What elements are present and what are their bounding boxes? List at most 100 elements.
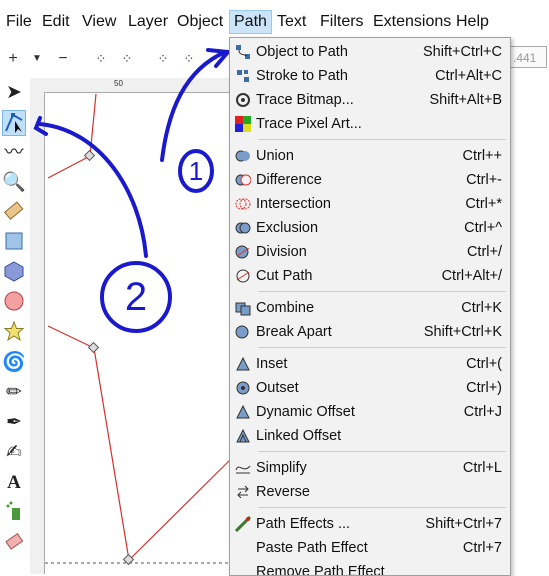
selector-tool-icon[interactable]: ➤: [2, 80, 26, 106]
menu-item-shortcut: Ctrl+K: [461, 300, 502, 316]
menu-item-shortcut: Ctrl+): [466, 380, 502, 396]
menu-item-dynamic-offset[interactable]: Dynamic Offset Ctrl+J: [230, 400, 510, 424]
menu-item-outset[interactable]: Outset Ctrl+): [230, 376, 510, 400]
coordinate-field[interactable]: .441: [509, 46, 547, 68]
join-segment-icon[interactable]: ⁘: [152, 48, 174, 70]
menu-item-shortcut: Ctrl+/: [466, 244, 502, 260]
toolbox: ➤ 〰 🔍 🌀 ✏ ✒ ✍ A: [0, 78, 30, 574]
menu-object[interactable]: Object: [177, 13, 223, 31]
horizontal-ruler: 50: [30, 78, 230, 93]
menu-item-label: Difference: [256, 172, 322, 188]
reverse-icon: [235, 484, 251, 500]
menu-view[interactable]: View: [82, 13, 116, 31]
menu-item-reverse[interactable]: Reverse: [230, 480, 510, 504]
drawing-canvas[interactable]: [45, 93, 230, 574]
menu-item-combine[interactable]: Combine Ctrl+K: [230, 296, 510, 320]
spray-tool-icon[interactable]: [2, 500, 26, 526]
dropdown-arrow-icon[interactable]: ▼: [26, 48, 48, 70]
delete-node-icon[interactable]: −: [52, 48, 74, 70]
calligraphy-tool-icon[interactable]: ✍: [2, 440, 26, 466]
eraser-tool-icon[interactable]: [2, 530, 26, 556]
text-tool-icon[interactable]: A: [2, 470, 26, 496]
pencil-tool-icon[interactable]: ✏: [2, 380, 26, 406]
menu-item-shortcut: Ctrl+Alt+/: [441, 268, 502, 284]
rectangle-tool-icon[interactable]: [2, 230, 26, 256]
menu-item-trace-bitmap[interactable]: Trace Bitmap... Shift+Alt+B: [230, 88, 510, 112]
join-nodes-icon[interactable]: ⁘: [90, 48, 112, 70]
outset-icon: [235, 380, 251, 396]
menu-item-shortcut: Shift+Ctrl+C: [423, 44, 502, 60]
menu-item-simplify[interactable]: Simplify Ctrl+L: [230, 456, 510, 480]
menu-edit[interactable]: Edit: [42, 13, 70, 31]
trace-pixel-art-icon: [235, 116, 251, 132]
menu-item-shortcut: Ctrl+J: [463, 404, 502, 420]
menu-item-path-effects[interactable]: Path Effects ... Shift+Ctrl+7: [230, 512, 510, 536]
empty-icon: [235, 540, 251, 556]
menu-item-label: Intersection: [256, 196, 331, 212]
menu-item-label: Stroke to Path: [256, 68, 348, 84]
menu-path[interactable]: Path: [229, 10, 272, 34]
delete-segment-icon[interactable]: ⁘: [178, 48, 200, 70]
menu-item-difference[interactable]: Difference Ctrl+-: [230, 168, 510, 192]
menu-layer[interactable]: Layer: [128, 13, 168, 31]
break-path-icon[interactable]: ⁘: [116, 48, 138, 70]
tweak-tool-icon[interactable]: 〰: [2, 140, 26, 166]
menu-item-break-apart[interactable]: Break Apart Shift+Ctrl+K: [230, 320, 510, 344]
combine-icon: [235, 300, 251, 316]
menu-item-division[interactable]: Division Ctrl+/: [230, 240, 510, 264]
ellipse-tool-icon[interactable]: [2, 290, 26, 316]
menu-item-label: Dynamic Offset: [256, 404, 355, 420]
menu-item-label: Reverse: [256, 484, 310, 500]
object-to-path-icon: [235, 44, 251, 60]
menu-item-label: Inset: [256, 356, 288, 372]
node-tool-icon[interactable]: [2, 110, 26, 136]
vertical-ruler: [30, 92, 45, 574]
cut-path-icon: [235, 268, 251, 284]
difference-icon: [235, 172, 251, 188]
menu-item-stroke-to-path[interactable]: Stroke to Path Ctrl+Alt+C: [230, 64, 510, 88]
menu-extensions[interactable]: Extensions: [373, 13, 451, 31]
tool-controls-bar: + ▼ − ⁘ ⁘ ⁘ ⁘: [0, 46, 230, 74]
menu-item-shortcut: Ctrl+*: [465, 196, 502, 212]
simplify-icon: [235, 460, 251, 476]
star-tool-icon[interactable]: [2, 320, 26, 346]
zoom-tool-icon[interactable]: 🔍: [2, 170, 26, 196]
menu-item-shortcut: Ctrl+(: [466, 356, 502, 372]
menu-separator: [258, 139, 506, 140]
menu-item-intersection[interactable]: Intersection Ctrl+*: [230, 192, 510, 216]
menu-item-label: Paste Path Effect: [256, 540, 368, 556]
menu-item-label: Simplify: [256, 460, 307, 476]
ruler-label: 50: [114, 79, 123, 88]
menu-item-object-to-path[interactable]: Object to Path Shift+Ctrl+C: [230, 40, 510, 64]
add-node-icon[interactable]: +: [2, 48, 24, 70]
3d-box-tool-icon[interactable]: [2, 260, 26, 286]
menu-text[interactable]: Text: [277, 13, 306, 31]
menu-item-paste-path-effect[interactable]: Paste Path Effect Ctrl+7: [230, 536, 510, 560]
menu-filters[interactable]: Filters: [320, 13, 364, 31]
menu-item-shortcut: Shift+Ctrl+K: [423, 324, 502, 340]
menu-separator: [258, 451, 506, 452]
path-effects-icon: [235, 516, 251, 532]
stroke-to-path-icon: [235, 68, 251, 84]
menu-item-inset[interactable]: Inset Ctrl+(: [230, 352, 510, 376]
pen-tool-icon[interactable]: ✒: [2, 410, 26, 436]
menu-item-cut-path[interactable]: Cut Path Ctrl+Alt+/: [230, 264, 510, 288]
menu-item-label: Trace Pixel Art...: [256, 116, 362, 132]
menu-item-shortcut: Ctrl+Alt+C: [435, 68, 502, 84]
menu-item-label: Trace Bitmap...: [256, 92, 354, 108]
menu-item-trace-pixel-art[interactable]: Trace Pixel Art...: [230, 112, 510, 136]
menu-item-shortcut: Ctrl+-: [466, 172, 502, 188]
dynamic-offset-icon: [235, 404, 251, 420]
break-apart-icon: [235, 324, 251, 340]
menu-item-label: Remove Path Effect: [256, 564, 385, 576]
menu-help[interactable]: Help: [456, 13, 489, 31]
menu-item-union[interactable]: Union Ctrl++: [230, 144, 510, 168]
menu-item-label: Outset: [256, 380, 299, 396]
menu-item-shortcut: Shift+Ctrl+7: [425, 516, 502, 532]
menu-file[interactable]: File: [6, 13, 32, 31]
spiral-tool-icon[interactable]: 🌀: [2, 350, 26, 376]
division-icon: [235, 244, 251, 260]
menu-item-linked-offset[interactable]: Linked Offset: [230, 424, 510, 448]
menu-item-exclusion[interactable]: Exclusion Ctrl+^: [230, 216, 510, 240]
measure-tool-icon[interactable]: [2, 200, 26, 226]
